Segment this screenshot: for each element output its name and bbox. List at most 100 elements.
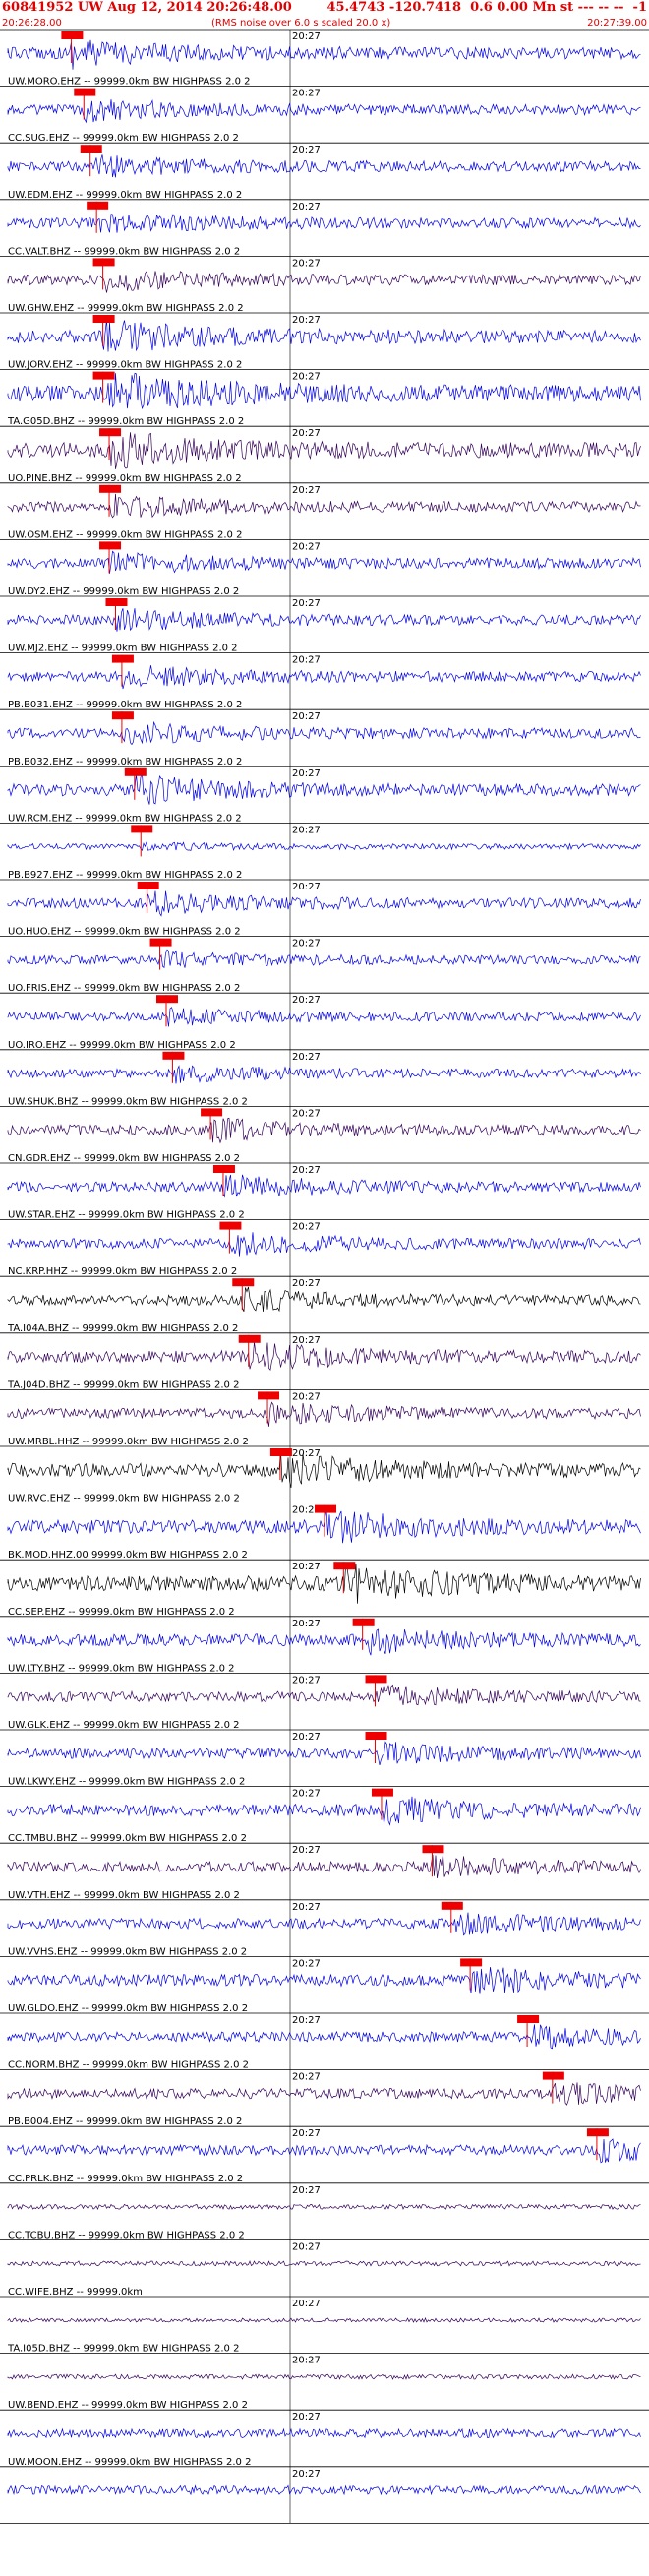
- minute-tick-label: 20:27: [292, 428, 321, 439]
- minute-tick-label: 20:27: [292, 2412, 321, 2423]
- minute-tick-label: 20:27: [292, 1335, 321, 1346]
- waveform: [7, 2373, 641, 2380]
- station-label: CC.TCBU.BHZ -- 99999.0km BW HIGHPASS 2.0…: [8, 2230, 245, 2240]
- minute-tick-label: 20:27: [292, 939, 321, 950]
- waveform: [7, 890, 641, 917]
- minute-tick-label: 20:27: [292, 768, 321, 779]
- station-label: UW.RCM.EHZ -- 99999.0km BW HIGHPASS 2.0 …: [8, 813, 242, 824]
- minute-tick-label: 20:27: [292, 315, 321, 326]
- waveform: [7, 841, 641, 852]
- pick-marker: [92, 371, 115, 380]
- waveform: [7, 1684, 641, 1706]
- waveform: [7, 1967, 641, 1994]
- pick-marker: [365, 1675, 387, 1684]
- minute-tick-label: 20:27: [292, 1562, 321, 1572]
- pick-marker: [365, 1732, 387, 1740]
- waveform: [7, 720, 641, 746]
- station-label: PB.B032.EHZ -- 99999.0km BW HIGHPASS 2.0…: [8, 757, 242, 767]
- station-label: UO.HUO.EHZ -- 99999.0km BW HIGHPASS 2.0 …: [8, 927, 241, 938]
- pick-marker: [99, 484, 122, 493]
- pick-marker: [99, 428, 122, 437]
- station-label: UW.VTH.EHZ -- 99999.0km BW HIGHPASS 2.0 …: [8, 1890, 240, 1901]
- pick-marker: [371, 1788, 393, 1797]
- station-label: TA.I05D.BHZ -- 99999.0km BW HIGHPASS 2.0…: [7, 2344, 239, 2355]
- station-label: CC.SEP.EHZ -- 99999.0km BW HIGHPASS 2.0 …: [8, 1607, 235, 1618]
- waveform: [7, 1065, 641, 1084]
- minute-tick-label: 20:27: [292, 1448, 321, 1459]
- waveform: [7, 773, 641, 805]
- minute-tick-label: 20:27: [292, 1732, 321, 1743]
- pick-marker: [111, 711, 134, 720]
- seismogram-plot: 20:27 20:27 UW.MORO.EHZ -- 99999.0km BW HI…: [0, 29, 649, 2524]
- pick-marker: [258, 1391, 280, 1400]
- pick-marker: [131, 825, 153, 833]
- station-label: UW.MOON.EHZ -- 99999.0km BW HIGHPASS 2.0…: [8, 2457, 251, 2468]
- pick-marker: [517, 2015, 540, 2023]
- waveform: [7, 493, 641, 519]
- station-label: PB.B004.EHZ -- 99999.0km BW HIGHPASS 2.0…: [8, 2116, 242, 2127]
- waveform: [7, 1741, 641, 1765]
- minute-tick-label: 20:27: [292, 2128, 321, 2139]
- pick-marker: [124, 767, 147, 776]
- waveform: [7, 1912, 641, 1936]
- waveform: [7, 1232, 641, 1257]
- pick-marker: [99, 541, 122, 550]
- pick-marker: [238, 1334, 261, 1343]
- waveform: [7, 1286, 641, 1313]
- minute-tick-label: 20:27: [292, 598, 321, 609]
- minute-tick-label: 20:27: [292, 202, 321, 213]
- minute-tick-label: 20:27: [292, 2469, 321, 2480]
- station-label: UW.SHUK.BHZ -- 99999.0km BW HIGHPASS 2.0…: [8, 1096, 248, 1107]
- minute-tick-label: 20:27: [292, 882, 321, 892]
- waveform: [7, 2317, 641, 2323]
- station-label: UW.VVHS.EHZ -- 99999.0km BW HIGHPASS 2.0…: [8, 1946, 247, 1957]
- pick-marker: [111, 654, 134, 663]
- pick-marker: [201, 1108, 223, 1117]
- minute-tick-label: 20:27: [292, 1845, 321, 1856]
- waveform: [7, 665, 641, 690]
- waveform: [7, 1628, 641, 1656]
- minute-tick-label: 20:27: [292, 2185, 321, 2196]
- pick-marker: [137, 882, 159, 889]
- minute-tick-label: 20:27: [292, 711, 321, 722]
- station-label: PB.B031.EHZ -- 99999.0km BW HIGHPASS 2.0…: [8, 700, 242, 710]
- pick-marker: [441, 1901, 463, 1910]
- pick-marker: [422, 1845, 444, 1854]
- pick-marker: [315, 1504, 336, 1513]
- station-label: CN.GDR.EHZ -- 99999.0km BW HIGHPASS 2.0 …: [8, 1153, 240, 1164]
- pick-marker: [92, 315, 115, 323]
- waveform: [7, 214, 641, 233]
- pick-marker: [162, 1051, 185, 1060]
- waveform: [7, 1174, 641, 1198]
- pick-marker: [92, 258, 115, 267]
- pick-marker: [156, 995, 178, 1004]
- waveform: [7, 1007, 641, 1027]
- station-label: BK.MOD.HHZ.00 99999.0km BW HIGHPASS 2.0 …: [8, 1550, 248, 1561]
- minute-tick-label: 20:27: [292, 1108, 321, 1119]
- station-label: UO.PINE.BHZ -- 99999.0km BW HIGHPASS 2.0…: [8, 473, 242, 484]
- station-label: UO.IRO.EHZ -- 99999.0km BW HIGHPASS 2.0 …: [8, 1040, 236, 1051]
- minute-tick-label: 20:27: [292, 655, 321, 666]
- pick-marker: [212, 1165, 235, 1173]
- waveform: [7, 2024, 641, 2050]
- minute-tick-label: 20:27: [292, 31, 321, 42]
- minute-tick-label: 20:27: [292, 89, 321, 99]
- station-label: TA.I04A.BHZ -- 99999.0km BW HIGHPASS 2.0…: [7, 1323, 238, 1334]
- waveform: [7, 2203, 641, 2211]
- waveform: [7, 949, 641, 969]
- waveform: [7, 1401, 641, 1427]
- waveform: [7, 2138, 641, 2164]
- station-label: PB.B927.EHZ -- 99999.0km BW HIGHPASS 2.0…: [8, 870, 242, 881]
- station-label: CC.WIFE.BHZ -- 99999.0km: [8, 2287, 143, 2298]
- minute-tick-label: 20:27: [292, 1165, 321, 1176]
- minute-tick-label: 20:27: [292, 145, 321, 155]
- station-label: UW.RVC.EHZ -- 99999.0km BW HIGHPASS 2.0 …: [8, 1494, 240, 1504]
- station-label: CC.VALT.BHZ -- 99999.0km BW HIGHPASS 2.0…: [8, 246, 240, 257]
- minute-tick-label: 20:27: [292, 2356, 321, 2366]
- minute-tick-label: 20:27: [292, 825, 321, 835]
- pick-marker: [105, 598, 128, 606]
- waveform: [7, 1854, 641, 1879]
- station-label: TA.G05D.BHZ -- 99999.0km BW HIGHPASS 2.0…: [7, 416, 244, 427]
- waveform: [7, 1450, 641, 1488]
- minute-tick-label: 20:27: [292, 485, 321, 496]
